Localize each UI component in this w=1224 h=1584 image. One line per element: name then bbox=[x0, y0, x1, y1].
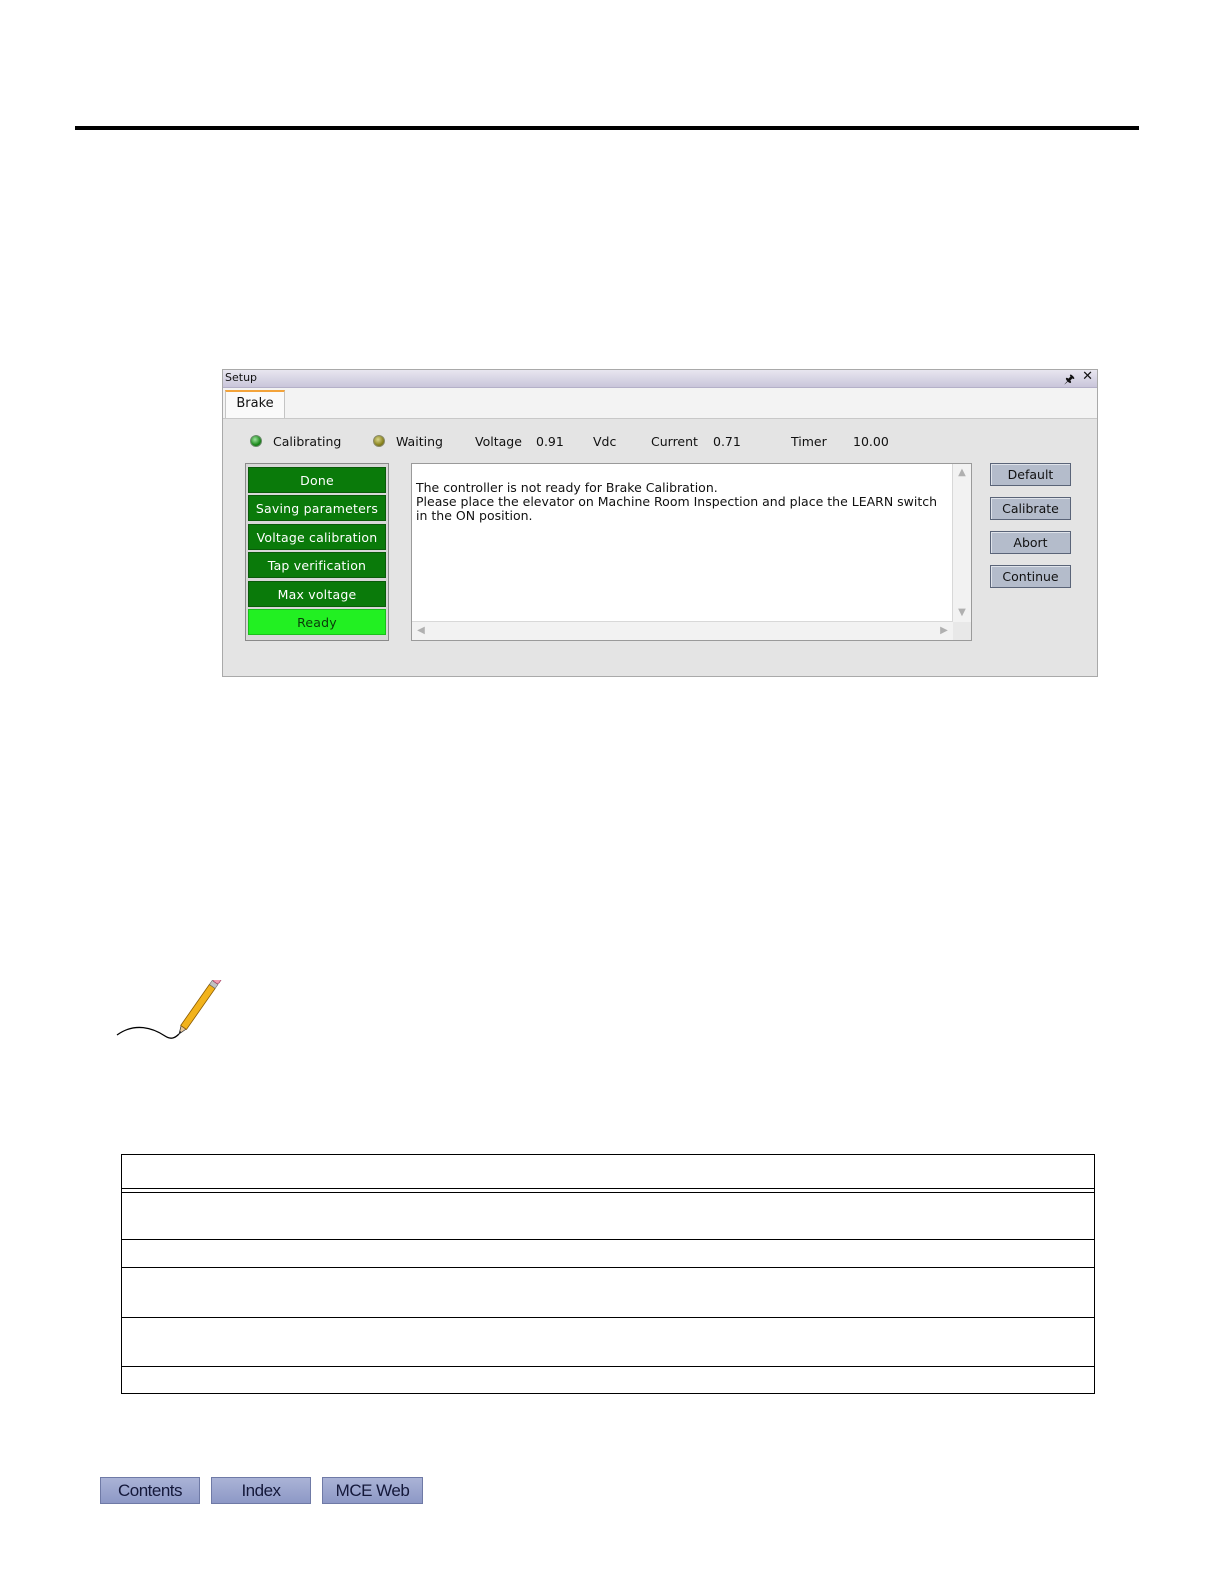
message-line-3: in the ON position. bbox=[416, 508, 533, 523]
abort-button[interactable]: Abort bbox=[990, 531, 1071, 554]
current-value: 0.71 bbox=[713, 434, 741, 449]
setup-window: Setup 🖈 ✕ Brake Calibrating Waiting Volt… bbox=[222, 369, 1098, 677]
contents-button[interactable]: Contents bbox=[100, 1477, 200, 1504]
timer-label: Timer bbox=[791, 434, 827, 449]
message-line-1: The controller is not ready for Brake Ca… bbox=[416, 480, 718, 495]
step-done: Done bbox=[248, 467, 386, 493]
close-icon[interactable]: ✕ bbox=[1082, 369, 1093, 384]
step-max-voltage: Max voltage bbox=[248, 581, 386, 607]
table-rule bbox=[122, 1239, 1094, 1240]
tab-brake[interactable]: Brake bbox=[225, 390, 285, 418]
mce-web-button[interactable]: MCE Web bbox=[322, 1477, 423, 1504]
horizontal-scrollbar[interactable]: ◀ ▶ bbox=[412, 621, 953, 640]
scroll-left-icon[interactable]: ◀ bbox=[413, 623, 429, 639]
timer-value: 10.00 bbox=[853, 434, 889, 449]
table-rule bbox=[122, 1192, 1094, 1193]
window-title: Setup bbox=[225, 371, 258, 384]
tab-strip: Brake bbox=[223, 388, 1097, 419]
table-rule bbox=[122, 1188, 1094, 1189]
message-text: The controller is not ready for Brake Ca… bbox=[416, 481, 937, 523]
step-saving-parameters: Saving parameters bbox=[248, 495, 386, 521]
step-tap-verification: Tap verification bbox=[248, 552, 386, 578]
default-button[interactable]: Default bbox=[990, 463, 1071, 486]
pencil-note-icon bbox=[116, 980, 222, 1039]
scroll-right-icon[interactable]: ▶ bbox=[936, 623, 952, 639]
voltage-value: 0.91 bbox=[536, 434, 564, 449]
header-rule bbox=[75, 126, 1139, 130]
calibration-steps: Done Saving parameters Voltage calibrati… bbox=[245, 463, 389, 641]
table-rule bbox=[122, 1317, 1094, 1318]
continue-button[interactable]: Continue bbox=[990, 565, 1071, 588]
window-titlebar: Setup 🖈 ✕ bbox=[223, 369, 1097, 388]
message-line-2: Please place the elevator on Machine Roo… bbox=[416, 494, 938, 509]
step-ready: Ready bbox=[248, 609, 386, 635]
calibrate-button[interactable]: Calibrate bbox=[990, 497, 1071, 520]
scroll-down-icon[interactable]: ▼ bbox=[954, 605, 970, 621]
index-button[interactable]: Index bbox=[211, 1477, 311, 1504]
vertical-scrollbar[interactable]: ▲ ▼ bbox=[952, 464, 971, 622]
parameter-table bbox=[121, 1154, 1095, 1394]
table-rule bbox=[122, 1366, 1094, 1367]
scrollbar-corner bbox=[953, 622, 971, 640]
calibrating-led-icon bbox=[250, 435, 262, 447]
current-label: Current bbox=[651, 434, 698, 449]
scroll-up-icon[interactable]: ▲ bbox=[954, 465, 970, 481]
waiting-label: Waiting bbox=[396, 434, 443, 449]
message-box[interactable]: The controller is not ready for Brake Ca… bbox=[411, 463, 972, 641]
waiting-led-icon bbox=[373, 435, 385, 447]
step-voltage-calibration: Voltage calibration bbox=[248, 524, 386, 550]
table-rule bbox=[122, 1267, 1094, 1268]
voltage-unit: Vdc bbox=[593, 434, 617, 449]
calibrating-label: Calibrating bbox=[273, 434, 342, 449]
voltage-label: Voltage bbox=[475, 434, 522, 449]
